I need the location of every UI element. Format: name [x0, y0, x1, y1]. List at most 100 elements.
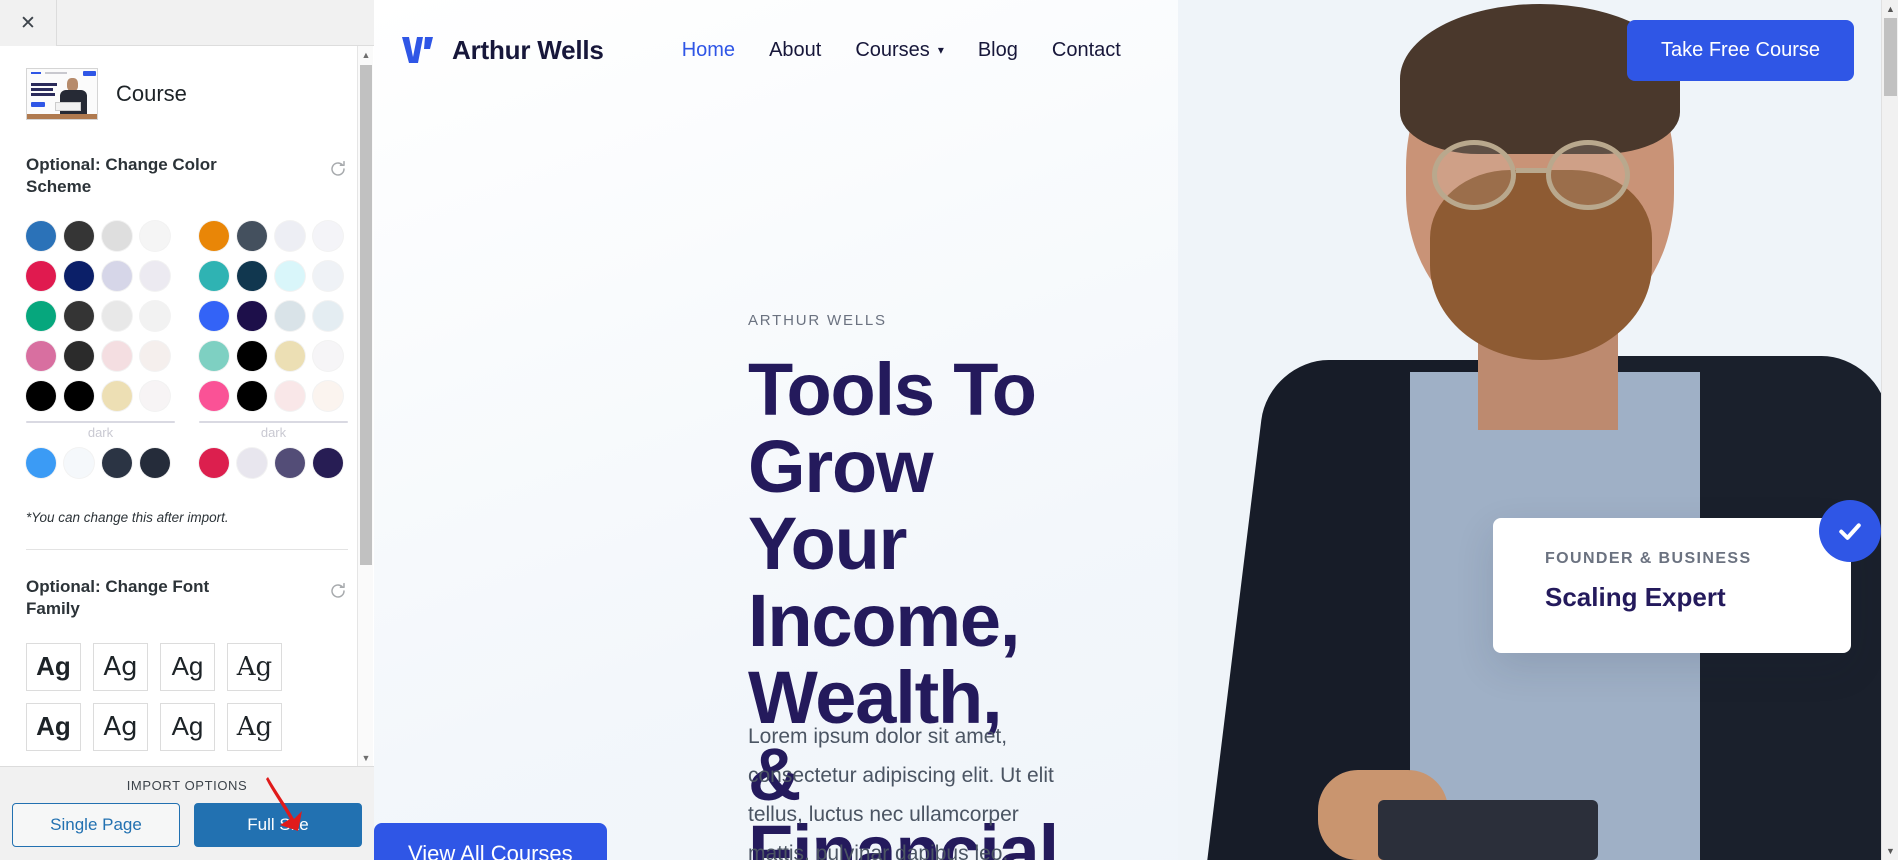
color-swatch[interactable] — [199, 260, 229, 291]
expert-card: FOUNDER & BUSINESS Scaling Expert — [1493, 518, 1851, 653]
color-swatch[interactable] — [275, 260, 305, 291]
chevron-down-icon[interactable]: ▼ — [1882, 842, 1898, 860]
palette-row-dark[interactable] — [26, 447, 175, 478]
palette-row[interactable] — [26, 220, 175, 251]
page-scrollbar[interactable]: ▲ ▼ — [1881, 0, 1898, 860]
color-swatch[interactable] — [199, 300, 229, 331]
palette-row[interactable] — [26, 340, 175, 371]
color-swatch[interactable] — [26, 260, 56, 291]
palette-row[interactable] — [199, 300, 348, 331]
color-swatch[interactable] — [26, 220, 56, 251]
color-swatch[interactable] — [237, 300, 267, 331]
reset-icon[interactable] — [328, 581, 348, 601]
palette-row[interactable] — [26, 300, 175, 331]
color-swatch[interactable] — [275, 340, 305, 371]
color-swatch[interactable] — [102, 260, 132, 291]
full-site-button[interactable]: Full Site — [194, 803, 362, 847]
color-swatch[interactable] — [26, 447, 56, 478]
color-swatch[interactable] — [237, 447, 267, 478]
font-option[interactable]: Ag — [160, 642, 215, 691]
palette-row[interactable] — [199, 260, 348, 291]
palette-row[interactable] — [199, 340, 348, 371]
color-swatch[interactable] — [237, 380, 267, 411]
import-options-footer: IMPORT OPTIONS Single Page Full Site — [0, 766, 374, 860]
font-option[interactable]: Ag — [227, 642, 282, 691]
color-swatch[interactable] — [102, 220, 132, 251]
color-swatch[interactable] — [313, 260, 343, 291]
nav-item-about[interactable]: About — [769, 39, 821, 62]
site-preview: Arthur Wells Home About Courses ▾ Blog C… — [374, 0, 1898, 860]
font-option[interactable]: Ag — [26, 642, 81, 691]
palette-row[interactable] — [199, 380, 348, 411]
color-swatch[interactable] — [313, 300, 343, 331]
color-swatch[interactable] — [140, 300, 170, 331]
color-swatch[interactable] — [313, 340, 343, 371]
color-swatch[interactable] — [313, 447, 343, 478]
palette-dark-label-1: dark — [87, 424, 114, 440]
chevron-up-icon[interactable]: ▲ — [1882, 0, 1898, 18]
color-swatch[interactable] — [64, 340, 94, 371]
font-option[interactable]: Ag — [227, 702, 282, 751]
font-option[interactable]: Ag — [93, 702, 148, 751]
font-option[interactable]: Ag — [93, 642, 148, 691]
panel-scrollbar-thumb[interactable] — [360, 65, 372, 565]
color-swatch[interactable] — [64, 447, 94, 478]
font-option[interactable]: Ag — [160, 702, 215, 751]
color-swatch[interactable] — [102, 300, 132, 331]
chevron-up-icon[interactable]: ▲ — [358, 46, 374, 63]
color-swatch[interactable] — [237, 220, 267, 251]
color-swatch[interactable] — [102, 380, 132, 411]
take-free-course-button[interactable]: Take Free Course — [1627, 20, 1854, 81]
font-family-section-header: Optional: Change Font Family — [26, 576, 348, 621]
color-swatch[interactable] — [64, 300, 94, 331]
nav-item-courses[interactable]: Courses ▾ — [855, 39, 944, 62]
chevron-down-icon[interactable]: ▼ — [358, 749, 374, 766]
close-icon[interactable]: ✕ — [0, 0, 57, 46]
color-swatch[interactable] — [26, 340, 56, 371]
color-swatch[interactable] — [199, 340, 229, 371]
color-swatch[interactable] — [237, 260, 267, 291]
color-swatch[interactable] — [199, 380, 229, 411]
view-all-courses-button[interactable]: View All Courses — [374, 823, 607, 860]
palette-row[interactable] — [26, 380, 175, 411]
nav-label: Home — [681, 38, 736, 61]
expert-card-kicker: FOUNDER & BUSINESS — [1545, 550, 1752, 567]
color-swatch[interactable] — [26, 380, 56, 411]
color-swatch[interactable] — [313, 380, 343, 411]
expert-card-title: Scaling Expert — [1545, 582, 1726, 612]
color-swatch[interactable] — [26, 300, 56, 331]
color-swatch[interactable] — [275, 300, 305, 331]
color-swatch[interactable] — [199, 220, 229, 251]
color-swatch[interactable] — [64, 260, 94, 291]
color-swatch[interactable] — [140, 340, 170, 371]
nav-item-home[interactable]: Home — [682, 39, 735, 62]
color-swatch[interactable] — [140, 260, 170, 291]
color-swatch[interactable] — [313, 220, 343, 251]
palette-row[interactable] — [199, 220, 348, 251]
font-option[interactable]: Ag — [26, 702, 81, 751]
hero-eyebrow: ARTHUR WELLS — [748, 312, 887, 329]
nav-item-contact[interactable]: Contact — [1052, 39, 1121, 62]
color-swatch[interactable] — [140, 380, 170, 411]
color-swatch[interactable] — [102, 340, 132, 371]
color-swatch[interactable] — [140, 220, 170, 251]
brand-logo[interactable]: Arthur Wells — [400, 35, 604, 66]
color-swatch[interactable] — [275, 447, 305, 478]
page-scrollbar-thumb[interactable] — [1884, 18, 1897, 96]
color-swatch[interactable] — [275, 380, 305, 411]
color-swatch[interactable] — [199, 447, 229, 478]
nav-item-blog[interactable]: Blog — [978, 39, 1018, 62]
color-swatch[interactable] — [102, 447, 132, 478]
color-palette-grid: dark dark — [26, 220, 348, 488]
single-page-button[interactable]: Single Page — [12, 803, 180, 847]
color-swatch[interactable] — [275, 220, 305, 251]
reset-icon[interactable] — [328, 159, 348, 179]
panel-scrollbar[interactable]: ▲ ▼ — [357, 46, 373, 766]
palette-row-dark[interactable] — [199, 447, 348, 478]
color-swatch[interactable] — [64, 220, 94, 251]
color-scheme-heading: Optional: Change Color Scheme — [26, 155, 217, 197]
color-swatch[interactable] — [64, 380, 94, 411]
color-swatch[interactable] — [140, 447, 170, 478]
color-swatch[interactable] — [237, 340, 267, 371]
palette-row[interactable] — [26, 260, 175, 291]
